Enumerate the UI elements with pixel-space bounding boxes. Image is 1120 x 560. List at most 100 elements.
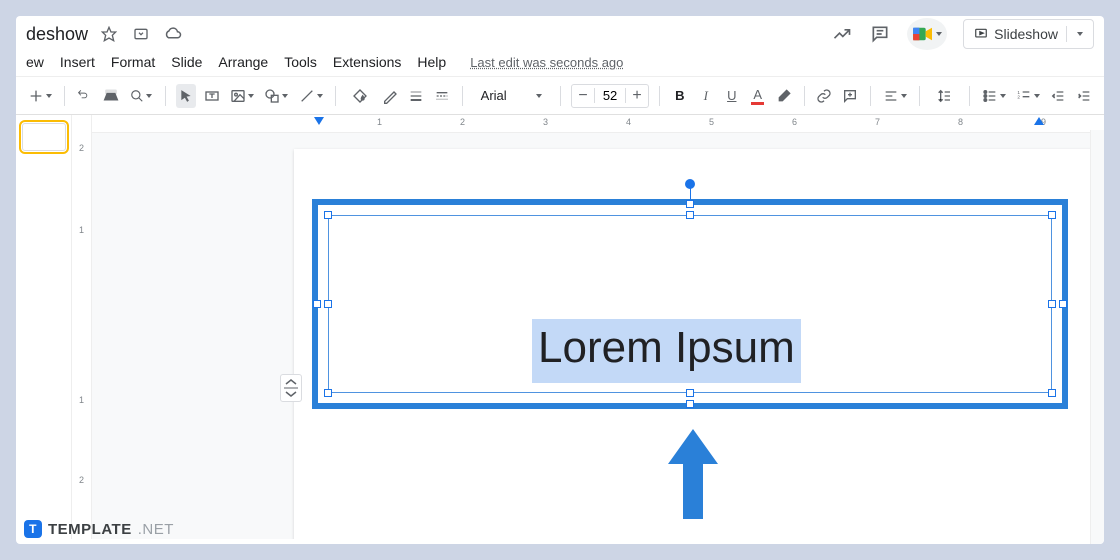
font-family-label: Arial: [481, 88, 507, 103]
canvas-area[interactable]: 1 2 3 4 5 6 7 8 9: [92, 115, 1104, 539]
menu-view[interactable]: ew: [26, 54, 44, 70]
move-icon[interactable]: [130, 23, 152, 45]
resize-handle-right-inner[interactable]: [1048, 300, 1056, 308]
trend-icon[interactable]: [831, 23, 853, 45]
hruler-tick: 1: [377, 117, 382, 127]
watermark-brand: TEMPLATE: [48, 521, 132, 538]
last-edit-link[interactable]: Last edit was seconds ago: [470, 55, 623, 70]
hruler-tick: 3: [543, 117, 548, 127]
bulleted-list-button[interactable]: [979, 84, 1007, 108]
menu-insert[interactable]: Insert: [60, 54, 95, 70]
resize-handle-right[interactable]: [1059, 300, 1067, 308]
vertical-scrollbar[interactable]: [1090, 130, 1104, 544]
textbox-tool[interactable]: [202, 84, 222, 108]
slideshow-button[interactable]: Slideshow: [963, 19, 1094, 49]
watermark-suffix: .NET: [138, 521, 174, 538]
chevron-down-icon[interactable]: [1077, 32, 1083, 36]
titlebar-right: Slideshow: [831, 18, 1094, 50]
hruler-tick: 2: [460, 117, 465, 127]
hruler-tick: 8: [958, 117, 963, 127]
slide-canvas[interactable]: Lorem Ipsum: [294, 149, 1094, 539]
resize-handle-left-inner[interactable]: [324, 300, 332, 308]
undo-button[interactable]: [75, 84, 95, 108]
chevron-down-icon: [282, 94, 288, 98]
comment-icon[interactable]: [869, 23, 891, 45]
resize-handle-bottom-inner[interactable]: [686, 389, 694, 397]
resize-handle-tr[interactable]: [1048, 211, 1056, 219]
hruler-tick: 6: [792, 117, 797, 127]
chevron-down-icon: [1034, 94, 1040, 98]
titlebar: deshow: [16, 16, 1104, 52]
highlight-color-button[interactable]: [774, 84, 794, 108]
select-tool[interactable]: [176, 84, 196, 108]
font-size-increase[interactable]: +: [626, 87, 648, 105]
indent-increase-button[interactable]: [1074, 84, 1094, 108]
document-title[interactable]: deshow: [26, 24, 88, 45]
rotate-handle[interactable]: [685, 179, 695, 189]
resize-handle-tl[interactable]: [324, 211, 332, 219]
menu-slide[interactable]: Slide: [171, 54, 202, 70]
text-color-button[interactable]: A: [748, 84, 768, 108]
resize-handle-bottom[interactable]: [686, 400, 694, 408]
underline-button[interactable]: U: [722, 84, 742, 108]
indent-decrease-button[interactable]: [1048, 84, 1068, 108]
font-size-input[interactable]: 52: [594, 88, 626, 103]
chevron-down-icon: [317, 94, 323, 98]
line-spacing-button[interactable]: [930, 84, 958, 108]
menu-arrange[interactable]: Arrange: [218, 54, 268, 70]
link-button[interactable]: [814, 84, 834, 108]
vertical-ruler: 2 1 1 2: [72, 115, 92, 539]
fit-handle[interactable]: [280, 374, 302, 402]
image-tool[interactable]: [228, 84, 256, 108]
add-comment-button[interactable]: [840, 84, 860, 108]
border-color-button[interactable]: [380, 84, 400, 108]
resize-handle-top-inner[interactable]: [686, 211, 694, 219]
vruler-tick: 1: [72, 225, 91, 235]
resize-handle-br[interactable]: [1048, 389, 1056, 397]
italic-button[interactable]: I: [696, 84, 716, 108]
chevron-down-icon: [146, 94, 152, 98]
meet-badge[interactable]: [907, 18, 947, 50]
numbered-list-button[interactable]: 12: [1014, 84, 1042, 108]
menu-help[interactable]: Help: [417, 54, 446, 70]
resize-handle-top[interactable]: [686, 200, 694, 208]
resize-handle-bl[interactable]: [324, 389, 332, 397]
hruler-tick: 5: [709, 117, 714, 127]
print-button[interactable]: [101, 84, 121, 108]
star-icon[interactable]: [98, 23, 120, 45]
align-button[interactable]: [881, 84, 909, 108]
new-slide-button[interactable]: [26, 84, 54, 108]
app-window: deshow: [16, 16, 1104, 544]
horizontal-ruler: 1 2 3 4 5 6 7 8 9: [92, 115, 1104, 133]
font-size-decrease[interactable]: −: [572, 87, 594, 105]
titlebar-left: deshow: [26, 23, 184, 45]
indent-marker-right-icon[interactable]: [1034, 117, 1044, 127]
hruler-tick: 4: [626, 117, 631, 127]
vruler-tick: 2: [72, 143, 91, 153]
border-weight-button[interactable]: [406, 84, 426, 108]
menu-format[interactable]: Format: [111, 54, 155, 70]
fill-color-button[interactable]: [346, 84, 374, 108]
doc-status-icons: [98, 23, 184, 45]
line-tool[interactable]: [297, 84, 325, 108]
font-family-select[interactable]: Arial: [473, 86, 551, 105]
menu-tools[interactable]: Tools: [284, 54, 317, 70]
border-dash-button[interactable]: [432, 84, 452, 108]
chevron-down-icon: [536, 94, 542, 98]
bold-button[interactable]: B: [670, 84, 690, 108]
toolbar: Arial − 52 + B I U A: [16, 77, 1104, 115]
workspace: 2 1 1 2 1 2 3 4 5 6 7 8 9: [16, 115, 1104, 539]
menu-extensions[interactable]: Extensions: [333, 54, 401, 70]
svg-text:2: 2: [1017, 94, 1020, 99]
watermark: T TEMPLATE.NET: [24, 520, 174, 538]
slide-thumbnail-1[interactable]: [22, 123, 66, 151]
slideshow-button-label: Slideshow: [994, 26, 1058, 42]
resize-handle-left[interactable]: [313, 300, 321, 308]
textbox-content[interactable]: Lorem Ipsum: [532, 319, 801, 383]
shape-tool[interactable]: [262, 84, 290, 108]
zoom-button[interactable]: [127, 84, 155, 108]
chevron-down-icon: [1000, 94, 1006, 98]
indent-marker-icon[interactable]: [314, 117, 324, 127]
cloud-icon[interactable]: [162, 23, 184, 45]
font-size-group: − 52 +: [571, 84, 649, 108]
